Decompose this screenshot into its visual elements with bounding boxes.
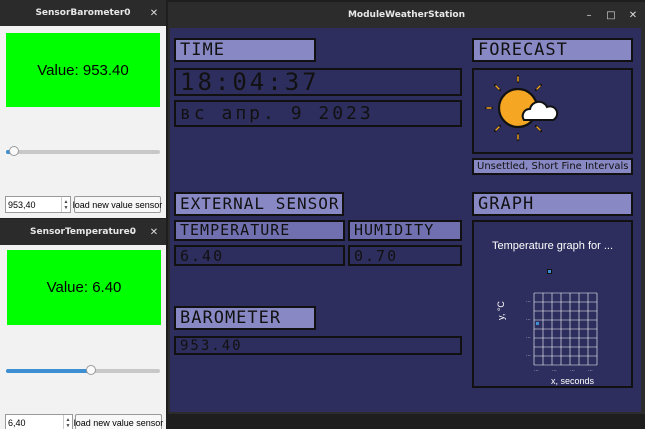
minimize-button[interactable]: –	[126, 227, 138, 238]
load-new-value-button[interactable]: load new value sensor	[74, 414, 163, 429]
weather-station-titlebar[interactable]: ModuleWeatherStation – □ ✕	[168, 2, 645, 28]
svg-text:...: ...	[552, 367, 557, 371]
graph-grid: ............ ............	[526, 292, 598, 371]
temperature-titlebar[interactable]: SensorTemperature0 – ✕	[0, 219, 166, 245]
weather-station-body: TIME 18:04:37 вс апр. 9 2023 FORECAST Un…	[170, 28, 641, 412]
sensor-barometer-window: SensorBarometer0 ✕ Value: 953.40 953,40 …	[0, 0, 166, 218]
sensor-temperature-window: SensorTemperature0 – ✕ Value: 6.40 6,40 …	[0, 219, 166, 429]
graph-label: GRAPH	[472, 192, 633, 216]
maximize-button[interactable]: □	[605, 10, 617, 21]
barometer-label: BAROMETER	[174, 306, 316, 330]
window-title: SensorTemperature0	[30, 227, 136, 237]
svg-text:...: ...	[526, 352, 531, 358]
slider-handle[interactable]	[85, 365, 96, 375]
barometer-value: 953.40	[174, 336, 462, 355]
close-button[interactable]: ✕	[627, 10, 639, 21]
close-button[interactable]: ✕	[148, 227, 160, 238]
time-clock: 18:04:37	[174, 68, 462, 96]
close-button[interactable]: ✕	[148, 8, 160, 19]
temperature-label: TEMPERATURE	[174, 220, 345, 241]
slider-handle[interactable]	[8, 146, 19, 156]
graph-x-axis-label: x, seconds	[550, 376, 595, 386]
temperature-slider[interactable]	[6, 365, 160, 375]
barometer-spinbox[interactable]: 953,40 ▲ ▼	[5, 196, 71, 213]
barometer-titlebar[interactable]: SensorBarometer0 ✕	[0, 0, 166, 26]
load-new-value-button[interactable]: load new value sensor	[73, 196, 162, 213]
slider-fill	[6, 369, 91, 373]
forecast-icon-panel	[472, 68, 633, 154]
minimize-button[interactable]: –	[583, 10, 595, 21]
spin-down-icon[interactable]: ▼	[64, 205, 69, 211]
svg-text:...: ...	[526, 316, 531, 322]
time-label: TIME	[174, 38, 316, 62]
graph-legend-marker	[547, 269, 552, 274]
humidity-label: HUMIDITY	[348, 220, 462, 241]
graph-y-axis-label: y, °C	[496, 301, 506, 320]
svg-text:...: ...	[588, 367, 593, 371]
temperature-value: 6.40	[174, 245, 345, 266]
graph-panel: Temperature graph for ... ............ .…	[472, 220, 633, 388]
spin-down-icon[interactable]: ▼	[66, 423, 71, 429]
temperature-spinbox[interactable]: 6,40 ▲ ▼	[5, 414, 73, 429]
weather-station-window: ModuleWeatherStation – □ ✕ TIME 18:04:37…	[168, 2, 645, 414]
forecast-label: FORECAST	[472, 38, 633, 62]
graph-title: Temperature graph for ...	[491, 240, 614, 252]
window-title: SensorBarometer0	[35, 8, 131, 18]
svg-text:...: ...	[526, 334, 531, 340]
svg-text:...: ...	[534, 367, 539, 371]
temperature-value-display: Value: 6.40	[7, 250, 161, 325]
window-title: ModuleWeatherStation	[347, 10, 466, 20]
date-display: вс апр. 9 2023	[174, 100, 462, 127]
spinbox-value: 6,40	[8, 417, 26, 428]
sun-behind-cloud-icon	[484, 74, 559, 142]
humidity-value: 0.70	[348, 245, 462, 266]
svg-text:...: ...	[570, 367, 575, 371]
svg-text:...: ...	[526, 298, 531, 304]
external-sensor-label: EXTERNAL SENSOR	[174, 192, 344, 216]
barometer-slider[interactable]	[6, 146, 160, 156]
barometer-value-display: Value: 953.40	[6, 33, 160, 107]
forecast-text: Unsettled, Short Fine Intervals	[472, 158, 633, 175]
spinbox-value: 953,40	[8, 199, 36, 210]
